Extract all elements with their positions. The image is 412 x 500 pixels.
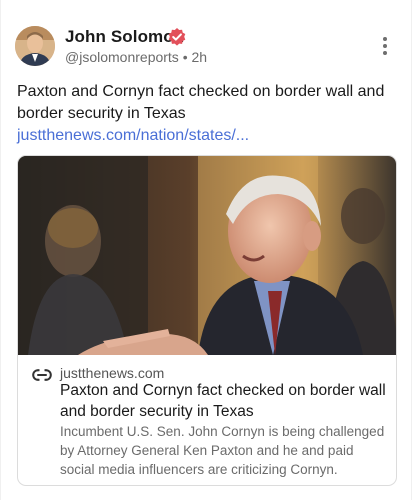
card-domain: justthenews.com (60, 365, 165, 381)
post-meta: @jsolomonreports • 2h (65, 49, 207, 65)
post-card[interactable]: John Solomon @jsolomonreports • 2h Paxto… (1, 0, 411, 500)
post-text: Paxton and Cornyn fact checked on border… (17, 81, 397, 147)
author-handle[interactable]: @jsolomonreports (65, 49, 179, 65)
verified-badge-icon (168, 28, 186, 46)
post-time[interactable]: 2h (192, 49, 208, 65)
card-title[interactable]: Paxton and Cornyn fact checked on border… (60, 380, 390, 422)
post-body: Paxton and Cornyn fact checked on border… (17, 83, 385, 122)
meta-separator: • (182, 49, 188, 65)
link-preview-card[interactable]: justthenews.com Paxton and Cornyn fact c… (17, 155, 397, 486)
author-avatar[interactable] (15, 26, 55, 66)
post-link[interactable]: justthenews.com/nation/states/... (17, 127, 249, 144)
article-image (18, 156, 396, 355)
link-icon (32, 369, 52, 381)
more-vertical-icon[interactable] (379, 37, 391, 57)
card-description: Incumbent U.S. Sen. John Cornyn is being… (60, 424, 385, 477)
